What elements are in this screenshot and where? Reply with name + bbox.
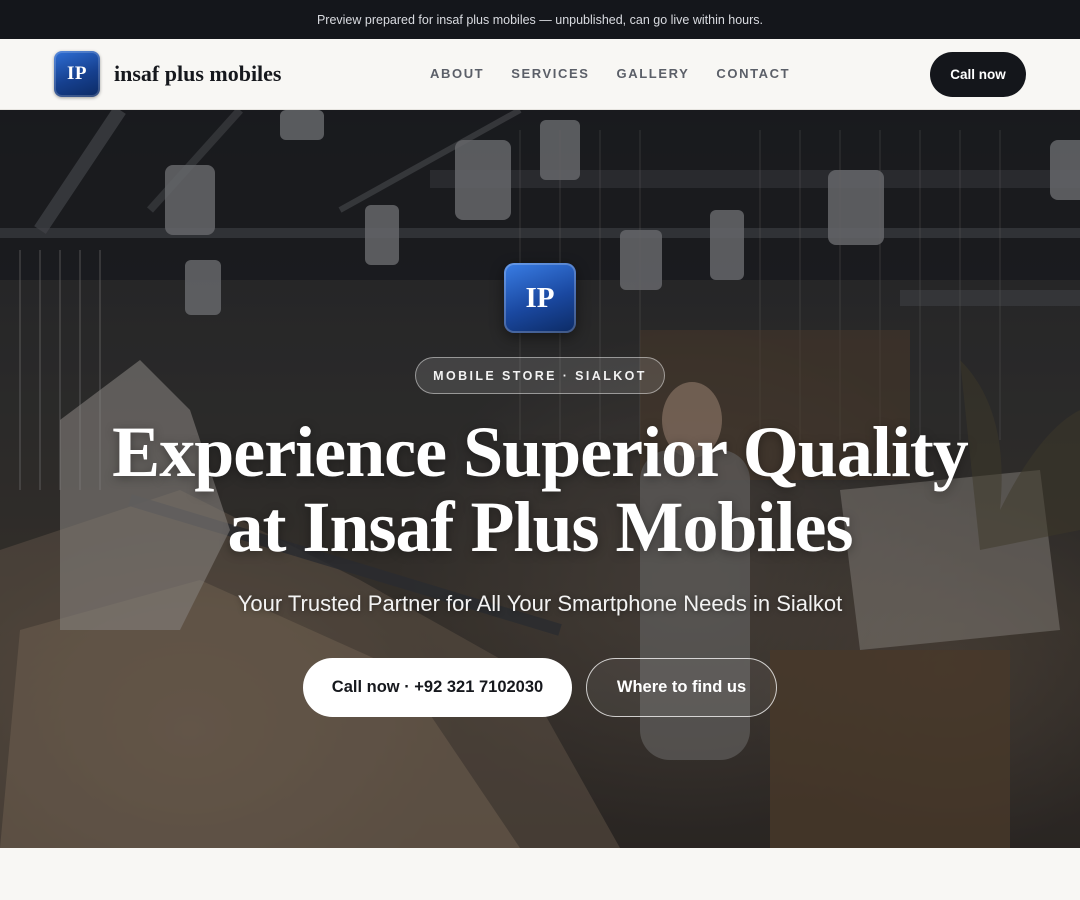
- hero-title-line-2: at Insaf Plus Mobiles: [227, 487, 853, 567]
- nav-link-gallery[interactable]: GALLERY: [617, 66, 690, 81]
- logo-text: IP: [67, 63, 87, 84]
- preview-banner-text: Preview prepared for insaf plus mobiles …: [316, 12, 764, 27]
- hero-title-line-1: Experience Superior Quality: [112, 412, 969, 492]
- brand-name[interactable]: insaf plus mobiles: [114, 61, 282, 87]
- preview-banner: Preview prepared for insaf plus mobiles …: [0, 0, 1080, 39]
- next-section: [0, 848, 1080, 900]
- hero-call-button[interactable]: Call now · +92 321 7102030: [303, 658, 572, 717]
- where-to-find-us-button[interactable]: Where to find us: [586, 658, 777, 717]
- hero-eyebrow-pill: MOBILE STORE · SIALKOT: [415, 357, 665, 394]
- hero-logo-text: IP: [525, 281, 555, 314]
- main-nav: ABOUT SERVICES GALLERY CONTACT: [430, 66, 790, 81]
- nav-link-contact[interactable]: CONTACT: [716, 66, 790, 81]
- hero-eyebrow-text: MOBILE STORE · SIALKOT: [433, 368, 647, 383]
- hero-logo-badge: IP: [504, 263, 576, 333]
- hero-section: IP MOBILE STORE · SIALKOT Experience Sup…: [0, 110, 1080, 848]
- nav-link-services[interactable]: SERVICES: [511, 66, 589, 81]
- hero-subtitle: Your Trusted Partner for All Your Smartp…: [237, 591, 843, 616]
- header-call-button[interactable]: Call now: [930, 52, 1026, 97]
- logo-badge[interactable]: IP: [54, 51, 100, 97]
- hero-title: Experience Superior Quality at Insaf Plu…: [60, 415, 1020, 565]
- site-header: IP insaf plus mobiles ABOUT SERVICES GAL…: [0, 39, 1080, 110]
- nav-link-about[interactable]: ABOUT: [430, 66, 484, 81]
